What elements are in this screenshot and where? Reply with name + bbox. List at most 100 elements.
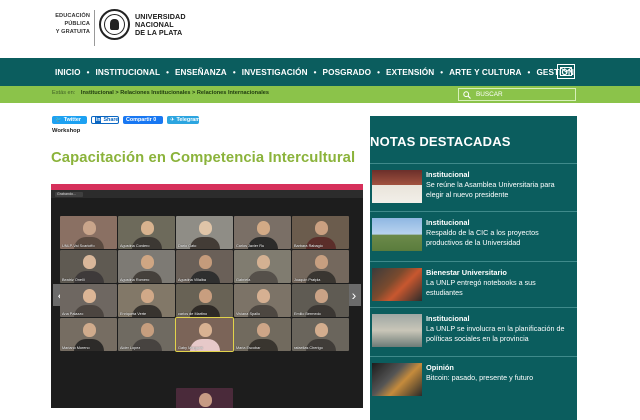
- participant-tile[interactable]: Agustina Villalba: [176, 250, 233, 283]
- participant-face: [140, 323, 154, 337]
- participant-name: Agustina Villalba: [178, 278, 207, 282]
- featured-note-headline[interactable]: Se reúne la Asamblea Universitaria para …: [426, 180, 574, 200]
- nav-item-arte-y-cultura[interactable]: ARTE Y CULTURA: [434, 68, 521, 77]
- nav-item-posgrado[interactable]: POSGRADO: [308, 68, 371, 77]
- telegram-icon: ✈: [170, 117, 175, 123]
- university-name[interactable]: UNIVERSIDAD NACIONAL DE LA PLATA: [135, 12, 186, 38]
- participant-tile[interactable]: Agustina Cordero: [118, 216, 175, 249]
- recording-indicator: Grabando...: [55, 192, 83, 197]
- featured-note-category[interactable]: Institucional: [426, 170, 470, 179]
- participant-name: Barbara Rabagio: [294, 244, 323, 248]
- participant-tile[interactable]: Gaby Morganti: [175, 317, 234, 352]
- featured-note-thumbnail[interactable]: [372, 170, 422, 203]
- breadcrumb-link-institucional[interactable]: Institucional >: [81, 90, 119, 96]
- featured-note-thumbnail[interactable]: [372, 363, 422, 396]
- featured-note-thumbnail[interactable]: [372, 218, 422, 251]
- sidebar-title: NOTAS DESTACADAS: [370, 134, 511, 149]
- twitter-share-label: Twitter: [63, 117, 81, 123]
- participant-name: Maria Escobar: [236, 346, 261, 350]
- breadcrumb-bar: Estás en: Institucional > Relaciones Ins…: [0, 86, 640, 103]
- search-input[interactable]: [476, 91, 566, 98]
- tagline-line: PÚBLICA: [64, 21, 90, 27]
- participant-tile[interactable]: UNLP-Vai Scarioffo: [60, 216, 117, 249]
- participant-tile[interactable]: rafaellas Cherigo: [292, 318, 349, 351]
- facebook-share-label: Compartir 0: [126, 117, 157, 123]
- sidebar-divider: [370, 307, 577, 308]
- featured-note-headline[interactable]: Respaldo de la CIC a los proyectos produ…: [426, 228, 574, 248]
- participant-face: [314, 289, 328, 303]
- participant-face: [198, 221, 212, 235]
- participant-tile[interactable]: Viviana Spallo: [234, 284, 291, 317]
- participant-face: [82, 289, 96, 303]
- carousel-next-arrow-icon[interactable]: ›: [347, 284, 361, 306]
- participant-name: Agustina Romero: [120, 278, 150, 282]
- featured-notes-sidebar: NOTAS DESTACADAS Institucional Se reúne l…: [370, 116, 577, 420]
- university-seal-logo[interactable]: [99, 9, 130, 40]
- participant-tile[interactable]: Ana Palazzo: [60, 284, 117, 317]
- featured-note-headline[interactable]: La UNLP entregó notebooks a sus estudian…: [426, 278, 574, 298]
- participant-tile[interactable]: Dario Gato: [176, 216, 233, 249]
- featured-note-item[interactable]: Institucional Respaldo de la CIC a los pr…: [370, 213, 577, 261]
- participant-tile[interactable]: Agustina Romero: [118, 250, 175, 283]
- participant-tile[interactable]: Gabriela: [234, 250, 291, 283]
- telegram-share-label: Telegram: [176, 117, 201, 123]
- search-icon[interactable]: [463, 90, 471, 99]
- participant-face: [256, 221, 270, 235]
- participant-tile[interactable]: Emilio Bermedo: [292, 284, 349, 317]
- featured-note-category[interactable]: Institucional: [426, 218, 470, 227]
- mail-icon[interactable]: [557, 64, 575, 79]
- featured-note-item[interactable]: Institucional Se reúne la Asamblea Univer…: [370, 165, 577, 213]
- featured-note-thumbnail[interactable]: [372, 314, 422, 347]
- search-box[interactable]: [458, 88, 576, 101]
- participant-face: [256, 255, 270, 269]
- facebook-share-button[interactable]: Compartir 0: [123, 116, 163, 124]
- main-nav: INICIO INSTITUCIONAL ENSEÑANZA INVESTIGA…: [0, 58, 640, 86]
- featured-note-item[interactable]: Institucional La UNLP se involucra en la …: [370, 309, 577, 357]
- nav-item-extension[interactable]: EXTENSIÓN: [371, 68, 434, 77]
- participant-tile[interactable]: Lucia Gentile: [176, 388, 233, 408]
- participant-name: Carlos Javier Ru: [236, 244, 265, 248]
- breadcrumb-current[interactable]: Relaciones Internacionales: [197, 90, 269, 96]
- breadcrumb-link-relaciones-institucionales[interactable]: Relaciones Institucionales >: [120, 90, 195, 96]
- participant-tile[interactable]: Maria Escobar: [234, 318, 291, 351]
- nav-item-ensenanza[interactable]: ENSEÑANZA: [160, 68, 227, 77]
- participant-tile[interactable]: Carlos Javier Ru: [234, 216, 291, 249]
- participant-name: Beatriz Onelli: [62, 278, 85, 282]
- featured-note-thumbnail[interactable]: [372, 268, 422, 301]
- participant-tile[interactable]: Barbara Rabagio: [292, 216, 349, 249]
- featured-note-headline[interactable]: La UNLP se involucra en la planificación…: [426, 324, 574, 344]
- twitter-icon: 🐦: [55, 117, 62, 123]
- nav-item-investigacion[interactable]: INVESTIGACIÓN: [227, 68, 308, 77]
- participant-name: Enriqueta Verte: [120, 312, 147, 316]
- featured-note-category[interactable]: Institucional: [426, 314, 470, 323]
- twitter-share-button[interactable]: 🐦 Twitter: [52, 116, 87, 124]
- telegram-share-button[interactable]: ✈ Telegram: [167, 116, 201, 124]
- participant-tile[interactable]: Mariano Moreno: [60, 318, 117, 351]
- participant-tile[interactable]: Alder Lopez: [118, 318, 175, 351]
- nav-item-inicio[interactable]: INICIO: [55, 68, 81, 77]
- participant-tile[interactable]: Beatriz Onelli: [60, 250, 117, 283]
- featured-note-headline[interactable]: Bitcoin: pasado, presente y futuro: [426, 373, 574, 383]
- linkedin-share-button[interactable]: in Share: [91, 116, 119, 124]
- breadcrumb: Estás en: Institucional > Relaciones Ins…: [52, 90, 269, 96]
- linkedin-share-label: Share: [103, 117, 119, 123]
- featured-note-category[interactable]: Opinión: [426, 363, 454, 372]
- tagline-line: Y GRATUITA: [55, 29, 90, 35]
- participant-body: [247, 271, 278, 283]
- participant-tile[interactable]: Joaquin Pratpla: [292, 250, 349, 283]
- featured-note-item[interactable]: Opinión Bitcoin: pasado, presente y futur…: [370, 358, 577, 406]
- breadcrumb-label: Estás en:: [52, 90, 76, 96]
- participant-name: Mariano Moreno: [62, 346, 90, 350]
- sidebar-divider: [370, 356, 577, 357]
- article-image-video-meeting[interactable]: Grabando... ‹ › UNLP-Vai ScarioffoAgusti…: [51, 184, 363, 408]
- participant-tile[interactable]: carlos de Martino: [176, 284, 233, 317]
- participant-name: Joaquin Pratpla: [294, 278, 321, 282]
- participant-tile[interactable]: Enriqueta Verte: [118, 284, 175, 317]
- featured-note-item[interactable]: Bienestar Universitario La UNLP entregó n…: [370, 263, 577, 311]
- participant-name: Gabriela: [236, 278, 251, 282]
- featured-note-category[interactable]: Bienestar Universitario: [426, 268, 507, 277]
- nav-item-institucional[interactable]: INSTITUCIONAL: [81, 68, 160, 77]
- participant-name: UNLP-Vai Scarioffo: [62, 244, 95, 248]
- participant-face: [140, 221, 154, 235]
- participant-face: [256, 289, 270, 303]
